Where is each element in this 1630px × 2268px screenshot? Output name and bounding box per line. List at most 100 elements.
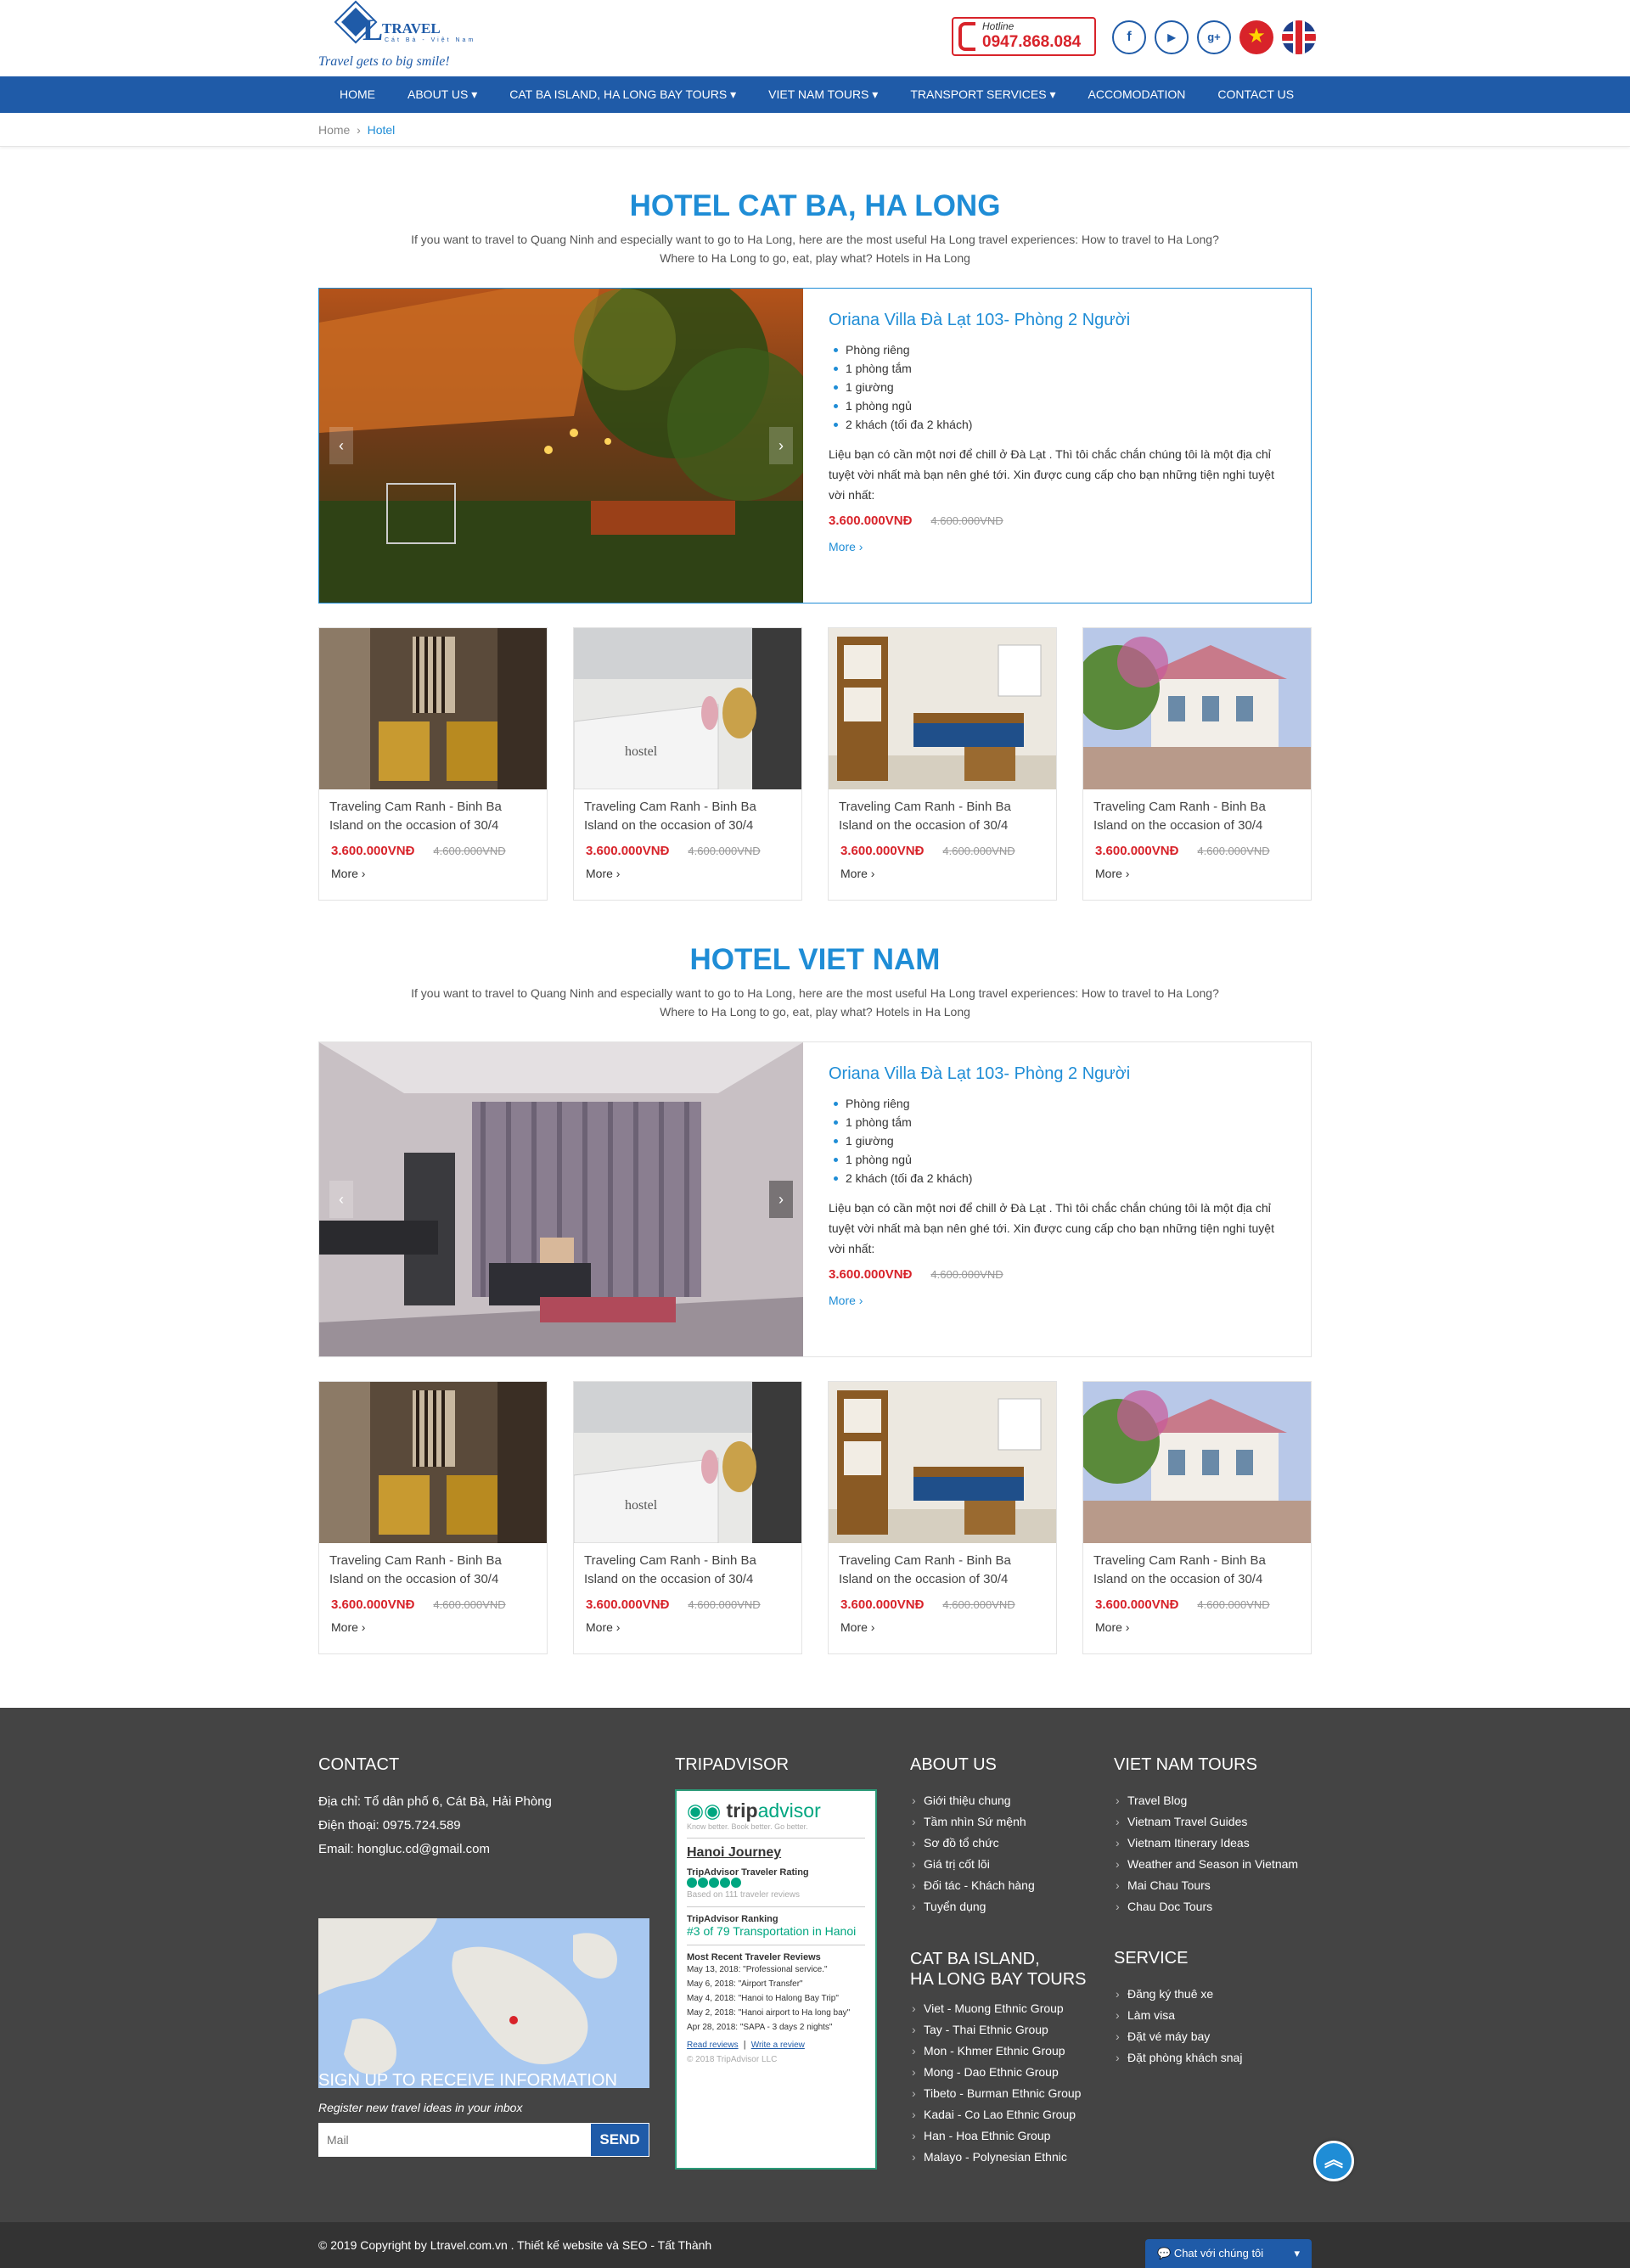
- footer-link[interactable]: Làm visa: [1114, 2005, 1309, 2026]
- prev-arrow-icon[interactable]: ‹: [329, 1181, 353, 1218]
- nav-about-us[interactable]: ABOUT US ▾: [396, 76, 488, 113]
- hotline-box[interactable]: Hotline 0947.868.084: [952, 17, 1096, 56]
- site-logo[interactable]: L TRAVEL Cát Bà - Việt Nam Travel gets t…: [318, 3, 488, 73]
- section-desc: If you want to travel to Quang Ninh and …: [411, 233, 1219, 265]
- garden-photo: [319, 289, 820, 603]
- hotel-card[interactable]: Traveling Cam Ranh - Binh Ba Island on t…: [1082, 627, 1312, 901]
- footer-link[interactable]: Mai Chau Tours: [1114, 1875, 1318, 1896]
- tripadvisor-copyright: © 2018 TripAdvisor LLC: [687, 2055, 778, 2064]
- facebook-icon[interactable]: f: [1112, 20, 1146, 54]
- more-link[interactable]: More ›: [829, 1620, 1056, 1634]
- price-old: 4.600.000VNĐ: [688, 845, 761, 857]
- back-to-top-icon[interactable]: ︽: [1313, 2141, 1354, 2181]
- footer-link[interactable]: Tay - Thai Ethnic Group: [910, 2019, 1105, 2041]
- footer-link[interactable]: Vietnam Travel Guides: [1114, 1811, 1318, 1833]
- nav-contact[interactable]: CONTACT US: [1206, 76, 1305, 113]
- breadcrumb: Home › Hotel: [0, 113, 1630, 147]
- logo-sub: Cát Bà - Việt Nam: [385, 37, 476, 43]
- featured-hotel[interactable]: ‹ › Oriana Villa Đà Lạt 103- Phòng 2 Ngư…: [318, 1041, 1312, 1357]
- write-review-link[interactable]: Write a review: [751, 2041, 805, 2050]
- nav-vietnam-tours[interactable]: VIET NAM TOURS ▾: [757, 76, 889, 113]
- hotel-card[interactable]: hostel Traveling Cam Ranh - Binh Ba Isla…: [573, 627, 802, 901]
- more-link[interactable]: More ›: [574, 867, 801, 880]
- card-title[interactable]: Traveling Cam Ranh - Binh Ba Island on t…: [1083, 1543, 1311, 1589]
- footer-link[interactable]: Tibeto - Burman Ethnic Group: [910, 2083, 1105, 2104]
- card-price: 3.600.000VNĐ 4.600.000VNĐ: [1083, 1597, 1311, 1612]
- hotel-card[interactable]: Traveling Cam Ranh - Binh Ba Island on t…: [828, 627, 1057, 901]
- price-current: 3.600.000VNĐ: [829, 514, 913, 528]
- footer-link[interactable]: Đăng ký thuê xe: [1114, 1984, 1309, 2005]
- more-link[interactable]: More ›: [829, 540, 1279, 553]
- footer-link[interactable]: Viet - Muong Ethnic Group: [910, 1998, 1105, 2019]
- nav-transport[interactable]: TRANSPORT SERVICES ▾: [899, 76, 1066, 113]
- review-item[interactable]: Apr 28, 2018: "SAPA - 3 days 2 nights": [687, 2020, 865, 2035]
- card-title[interactable]: Traveling Cam Ranh - Binh Ba Island on t…: [829, 1543, 1056, 1589]
- chat-widget[interactable]: 💬 Chat với chúng tôi ▾: [1145, 2239, 1312, 2268]
- review-item[interactable]: May 13, 2018: "Professional service.": [687, 1962, 865, 1977]
- footer-link[interactable]: Malayo - Polynesian Ethnic: [910, 2147, 1105, 2168]
- review-item[interactable]: May 6, 2018: "Airport Transfer": [687, 1977, 865, 1991]
- hotel-card[interactable]: hostel Traveling Cam Ranh - Binh Ba Isla…: [573, 1381, 802, 1654]
- footer-link[interactable]: Han - Hoa Ethnic Group: [910, 2125, 1105, 2147]
- hotel-title[interactable]: Oriana Villa Đà Lạt 103- Phòng 2 Người: [829, 1064, 1279, 1084]
- card-title[interactable]: Traveling Cam Ranh - Binh Ba Island on t…: [1083, 789, 1311, 835]
- uk-flag-icon[interactable]: [1282, 20, 1316, 54]
- prev-arrow-icon[interactable]: ‹: [329, 427, 353, 464]
- footer-link[interactable]: Đặt phòng khách snaj: [1114, 2047, 1309, 2069]
- hotel-card[interactable]: Traveling Cam Ranh - Binh Ba Island on t…: [828, 1381, 1057, 1654]
- hotel-card[interactable]: Traveling Cam Ranh - Binh Ba Island on t…: [318, 1381, 548, 1654]
- breadcrumb-home[interactable]: Home: [318, 123, 350, 137]
- footer-link[interactable]: Kadai - Co Lao Ethnic Group: [910, 2104, 1105, 2125]
- card-title[interactable]: Traveling Cam Ranh - Binh Ba Island on t…: [829, 789, 1056, 835]
- more-link[interactable]: More ›: [574, 1620, 801, 1634]
- footer-link[interactable]: Vietnam Itinerary Ideas: [1114, 1833, 1318, 1854]
- nav-home[interactable]: HOME: [329, 76, 386, 113]
- more-link[interactable]: More ›: [829, 867, 1056, 880]
- youtube-icon[interactable]: ▶: [1155, 20, 1189, 54]
- card-title[interactable]: Traveling Cam Ranh - Binh Ba Island on t…: [574, 789, 801, 835]
- business-name[interactable]: Hanoi Journey: [687, 1845, 865, 1861]
- footer-link[interactable]: Mong - Dao Ethnic Group: [910, 2062, 1105, 2083]
- vietnam-flag-icon[interactable]: ★: [1239, 20, 1273, 54]
- footer-link[interactable]: Chau Doc Tours: [1114, 1896, 1318, 1917]
- more-link[interactable]: More ›: [1083, 1620, 1311, 1634]
- footer-link[interactable]: Weather and Season in Vietnam: [1114, 1854, 1318, 1875]
- next-arrow-icon[interactable]: ›: [769, 1181, 793, 1218]
- contact-phone[interactable]: Điện thoại: 0975.724.589: [318, 1814, 658, 1838]
- tripadvisor-widget[interactable]: ◉◉ tripadvisor Know better. Book better.…: [675, 1789, 877, 2170]
- google-plus-icon[interactable]: g+: [1197, 20, 1231, 54]
- send-button[interactable]: SEND: [590, 2123, 649, 2157]
- ranking-value[interactable]: #3 of 79 Transportation in Hanoi: [687, 1924, 865, 1938]
- more-link[interactable]: More ›: [1083, 867, 1311, 880]
- location-map[interactable]: [318, 1918, 649, 2088]
- card-title[interactable]: Traveling Cam Ranh - Binh Ba Island on t…: [319, 789, 547, 835]
- footer-link[interactable]: Travel Blog: [1114, 1790, 1318, 1811]
- footer-link[interactable]: Tầm nhìn Sứ mệnh: [910, 1811, 1097, 1833]
- more-link[interactable]: More ›: [829, 1294, 1279, 1307]
- hotel-title[interactable]: Oriana Villa Đà Lạt 103- Phòng 2 Người: [829, 311, 1279, 330]
- footer-link[interactable]: Tuyển dụng: [910, 1896, 1097, 1917]
- more-link[interactable]: More ›: [319, 1620, 547, 1634]
- review-item[interactable]: May 2, 2018: "Hanoi airport to Ha long b…: [687, 2006, 865, 2020]
- price-old: 4.600.000VNĐ: [1197, 1598, 1270, 1611]
- email-input[interactable]: [318, 2123, 590, 2157]
- footer-link[interactable]: Đối tác - Khách hàng: [910, 1875, 1097, 1896]
- nav-accomodation[interactable]: ACCOMODATION: [1077, 76, 1197, 113]
- footer-link[interactable]: Giá trị cốt lõi: [910, 1854, 1097, 1875]
- hotel-card[interactable]: Traveling Cam Ranh - Binh Ba Island on t…: [318, 627, 548, 901]
- chevron-down-icon[interactable]: ▾: [1294, 2239, 1300, 2268]
- footer-link[interactable]: Sơ đồ tổ chức: [910, 1833, 1097, 1854]
- card-title[interactable]: Traveling Cam Ranh - Binh Ba Island on t…: [319, 1543, 547, 1589]
- footer-link[interactable]: Giới thiệu chung: [910, 1790, 1097, 1811]
- read-reviews-link[interactable]: Read reviews: [687, 2041, 739, 2050]
- card-title[interactable]: Traveling Cam Ranh - Binh Ba Island on t…: [574, 1543, 801, 1589]
- footer-link[interactable]: Đặt vé máy bay: [1114, 2026, 1309, 2047]
- contact-email[interactable]: Email: hongluc.cd@gmail.com: [318, 1838, 658, 1861]
- review-item[interactable]: May 4, 2018: "Hanoi to Halong Bay Trip": [687, 1991, 865, 2006]
- footer-link[interactable]: Mon - Khmer Ethnic Group: [910, 2041, 1105, 2062]
- more-link[interactable]: More ›: [319, 867, 547, 880]
- nav-cat-ba-tours[interactable]: CAT BA ISLAND, HA LONG BAY TOURS ▾: [498, 76, 747, 113]
- next-arrow-icon[interactable]: ›: [769, 427, 793, 464]
- featured-hotel[interactable]: ‹ › Oriana Villa Đà Lạt 103- Phòng 2 Ngư…: [318, 288, 1312, 603]
- hotel-card[interactable]: Traveling Cam Ranh - Binh Ba Island on t…: [1082, 1381, 1312, 1654]
